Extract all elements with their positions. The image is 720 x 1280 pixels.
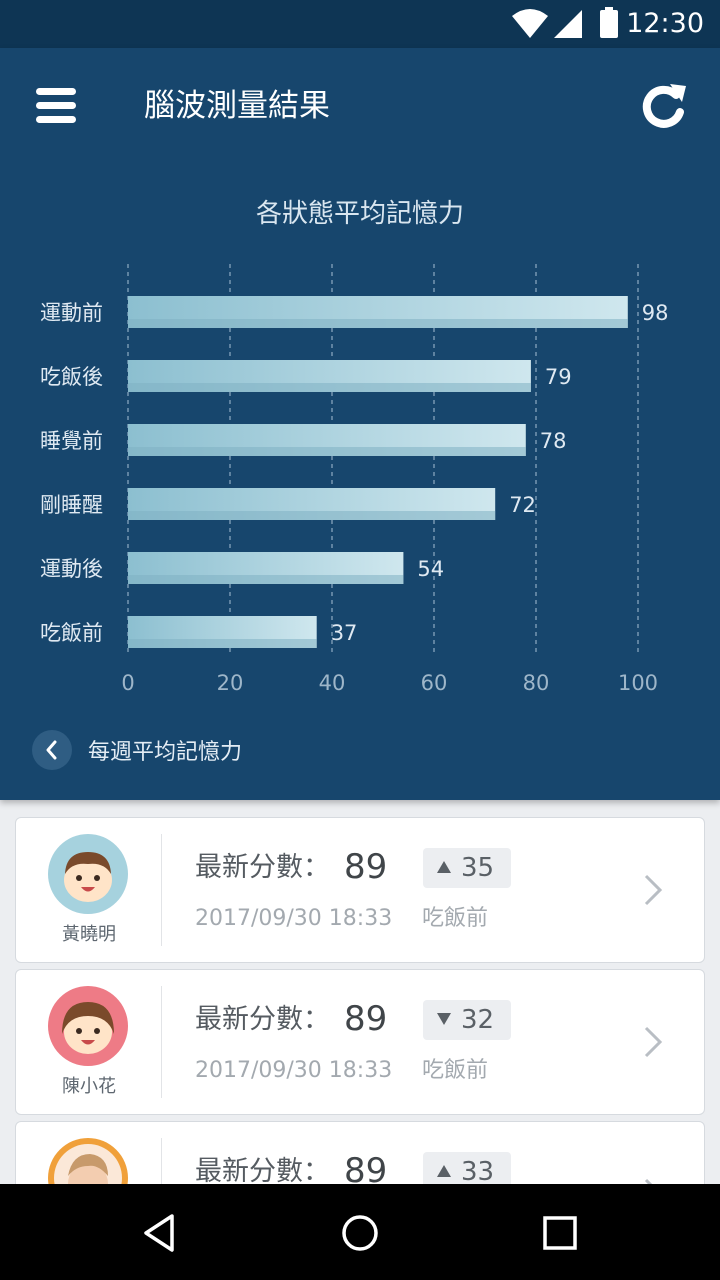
score-label: 最新分數：: [195, 1004, 330, 1035]
x-tick-label: 100: [618, 671, 658, 695]
delta-badge: 33: [423, 1152, 511, 1184]
category-label: 運動前: [40, 301, 103, 325]
records-list: 黃曉明 最新分數： 89 35 2017/09/30 18:33 吃飯前 陳小花…: [0, 800, 720, 1184]
category-label: 運動後: [40, 557, 103, 581]
chevron-left-icon: [32, 730, 72, 770]
bar-shade: [128, 319, 628, 328]
wifi-icon: [512, 9, 548, 38]
state-label: 吃飯前: [422, 906, 489, 931]
user-name: 陳小花: [62, 1076, 116, 1097]
value-label: 72: [509, 493, 536, 517]
navigation-bar: [0, 1184, 720, 1280]
x-tick-label: 20: [217, 671, 244, 695]
score-value: 89: [344, 847, 388, 887]
category-label: 剛睡醒: [40, 493, 103, 517]
home-circle-icon[interactable]: [335, 1208, 385, 1258]
score-value: 89: [344, 999, 388, 1039]
category-label: 睡覺前: [40, 429, 103, 453]
divider: [161, 834, 162, 946]
divider: [161, 1138, 162, 1184]
user-name: 黃曉明: [62, 924, 116, 945]
chevron-right-icon: [644, 1026, 663, 1058]
arrow-down-icon: [437, 1013, 451, 1025]
value-label: 54: [417, 557, 444, 581]
delta-value: 35: [461, 853, 495, 883]
x-tick-label: 60: [421, 671, 448, 695]
delta-value: 33: [461, 1157, 495, 1184]
score-label: 最新分數：: [195, 852, 330, 883]
back-triangle-icon[interactable]: [136, 1208, 186, 1258]
recents-square-icon[interactable]: [535, 1208, 585, 1258]
value-label: 79: [545, 365, 572, 389]
value-label: 98: [642, 301, 669, 325]
score-value: 89: [344, 1151, 388, 1184]
weekly-average-link[interactable]: 每週平均記憶力: [32, 730, 242, 770]
divider: [161, 986, 162, 1098]
avatar: [48, 1138, 128, 1184]
delta-value: 32: [461, 1005, 495, 1035]
x-tick-label: 0: [121, 671, 134, 695]
bar-shade: [128, 383, 531, 392]
bar-chart: 各狀態平均記憶力 0 20 40 60 80 100 運動前 98 吃飯後 79 睡覺前 78 剛睡醒 7…: [40, 199, 669, 695]
bar-shade: [128, 575, 404, 584]
signal-icon: [554, 10, 582, 38]
value-label: 37: [331, 621, 358, 645]
battery-icon: [600, 7, 618, 38]
category-label: 吃飯前: [40, 621, 103, 645]
status-time: 12:30: [626, 8, 704, 39]
delta-badge: 32: [423, 1000, 511, 1040]
delta-badge: 35: [423, 848, 511, 888]
avatar: [48, 986, 128, 1066]
record-card[interactable]: 陳小花 最新分數： 89 32 2017/09/30 18:33 吃飯前: [15, 969, 705, 1115]
record-card[interactable]: 最新分數： 89 33: [15, 1121, 705, 1184]
chevron-right-icon: [644, 1178, 653, 1184]
arrow-up-icon: [437, 861, 451, 873]
state-label: 吃飯前: [422, 1058, 489, 1083]
category-label: 吃飯後: [40, 365, 103, 389]
record-card[interactable]: 黃曉明 最新分數： 89 35 2017/09/30 18:33 吃飯前: [15, 817, 705, 963]
bar-shade: [128, 639, 317, 648]
bar-shade: [128, 511, 496, 520]
bar-shade: [128, 447, 526, 456]
header-panel: 腦波測量結果 各狀態平均記憶力 0 20 40 60 80 100 運動前 98 吃飯後 79 睡覺…: [0, 48, 720, 800]
x-tick-label: 80: [523, 671, 550, 695]
status-bar: 12:30: [0, 0, 720, 48]
score-label: 最新分數：: [195, 1156, 330, 1184]
timestamp: 2017/09/30 18:33: [195, 906, 393, 931]
weekly-average-label: 每週平均記憶力: [88, 740, 243, 765]
value-label: 78: [540, 429, 567, 453]
chart-title: 各狀態平均記憶力: [256, 199, 464, 229]
chevron-right-icon: [644, 874, 663, 906]
x-tick-label: 40: [319, 671, 346, 695]
arrow-up-icon: [437, 1165, 451, 1177]
avatar: [48, 834, 128, 914]
timestamp: 2017/09/30 18:33: [195, 1058, 393, 1083]
